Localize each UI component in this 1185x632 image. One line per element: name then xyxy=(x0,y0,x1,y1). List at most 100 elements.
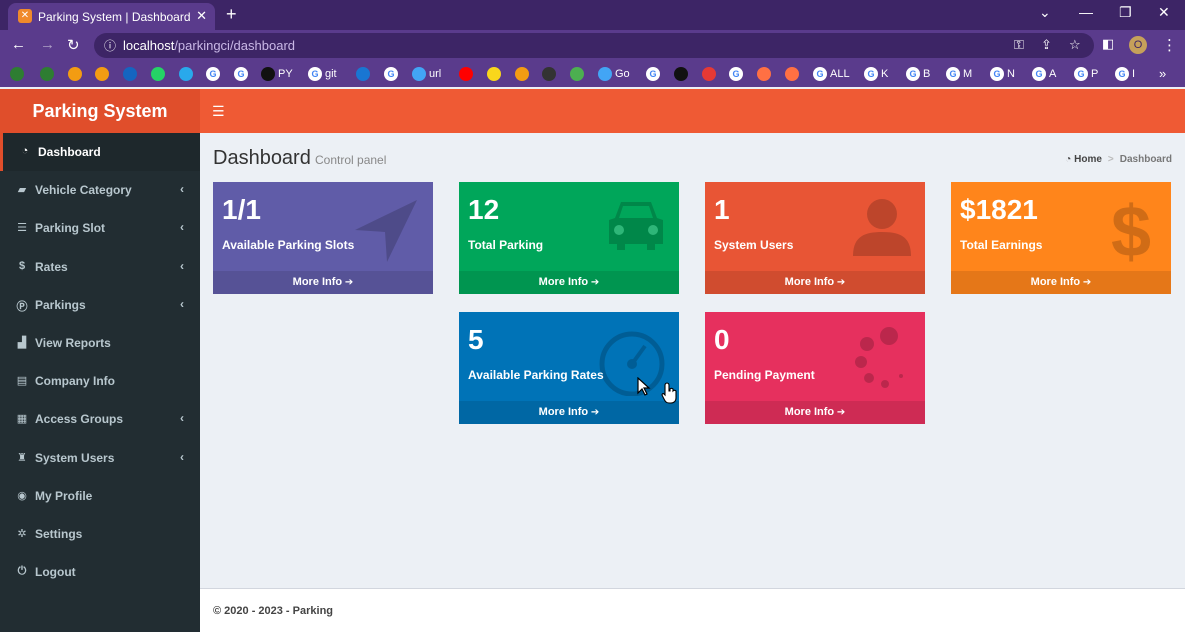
more-info-link[interactable]: More Info ➔ xyxy=(951,271,1171,294)
sidebar-item-system-users[interactable]: ♜ System Users ‹ xyxy=(0,439,200,477)
bookmark-item[interactable]: GB xyxy=(906,66,930,82)
sidebar-item-access-groups[interactable]: ▦ Access Groups ‹ xyxy=(0,400,200,438)
stat-value: 1/1 xyxy=(222,194,261,225)
bookmark-item[interactable]: GP xyxy=(1074,66,1098,82)
sidebar-item-my-profile[interactable]: ◉ My Profile xyxy=(0,477,200,515)
bookmark-item[interactable] xyxy=(151,66,165,82)
bookmark-item[interactable] xyxy=(757,66,771,82)
sidebar-item-view-reports[interactable]: ▟ View Reports xyxy=(0,324,200,362)
app-logo[interactable]: Parking System xyxy=(0,89,200,133)
sidebar-item-dashboard[interactable]: ◔ Dashboard xyxy=(0,133,200,171)
gears-icon: ✲ xyxy=(17,528,27,540)
bookmarks-bar: » G G PY Ggit Gurl Go G G G ALL G K G B G M G N G A G P G I xyxy=(0,60,1185,87)
site-info-icon[interactable]: ⓘ xyxy=(104,37,116,54)
bookmark-item[interactable] xyxy=(40,66,54,82)
bar-chart-icon: ▟ xyxy=(17,337,27,349)
bookmark-label: I xyxy=(1132,68,1136,80)
bookmark-item[interactable] xyxy=(674,66,688,82)
bookmark-item[interactable] xyxy=(10,66,24,82)
bookmark-item[interactable] xyxy=(570,66,584,82)
browser-tab[interactable]: ✕ Parking System | Dashboard ✕ xyxy=(8,3,215,30)
forward-button[interactable]: → xyxy=(40,36,55,53)
users-icon: ♜ xyxy=(17,451,27,464)
sidebar-item-parkings[interactable]: Ⓟ Parkings ‹ xyxy=(0,286,200,324)
sidebar-item-logout[interactable]: ⏻ Logout xyxy=(0,553,200,591)
bookmark-item[interactable]: G xyxy=(234,66,248,82)
sidebar-item-company-info[interactable]: ▤ Company Info xyxy=(0,362,200,400)
ya-icon xyxy=(702,67,716,81)
bookmark-item[interactable] xyxy=(179,66,193,82)
bookmark-item[interactable]: Ggit xyxy=(308,66,337,82)
sidebar-toggle-icon[interactable]: ☰ xyxy=(212,103,225,120)
sidebar-item-vehicle-category[interactable]: ▰ Vehicle Category ‹ xyxy=(0,171,200,209)
chevron-left-icon: ‹ xyxy=(180,411,184,426)
stat-box-system-users: 1 System Users More Info ➔ xyxy=(705,182,925,294)
tab-close-icon[interactable]: ✕ xyxy=(196,8,207,24)
more-info-link[interactable]: More Info ➔ xyxy=(459,401,679,424)
back-button[interactable]: ← xyxy=(11,36,26,53)
minimize-button[interactable]: — xyxy=(1079,4,1093,20)
dashboard-icon: ◔ xyxy=(21,145,29,157)
bookmark-item[interactable]: GA xyxy=(1032,66,1056,82)
restore-button[interactable]: ❐ xyxy=(1119,4,1132,21)
bookmark-item[interactable] xyxy=(785,66,799,82)
google-icon: G xyxy=(206,67,220,81)
stat-label: System Users xyxy=(714,238,794,252)
bookmark-item[interactable]: G xyxy=(729,66,743,82)
car-icon: ▰ xyxy=(17,184,27,197)
page-title: Dashboard xyxy=(213,147,311,169)
sidebar-item-settings[interactable]: ✲ Settings xyxy=(0,515,200,553)
more-info-link[interactable]: More Info ➔ xyxy=(705,401,925,424)
side-panel-icon[interactable]: ◧ xyxy=(1102,36,1114,52)
bookmark-item[interactable]: GI xyxy=(1115,66,1135,82)
google-icon: G xyxy=(906,67,920,81)
bookmark-item[interactable]: G xyxy=(646,66,660,82)
breadcrumb-home-link[interactable]: ◔ Home xyxy=(1065,154,1102,165)
bookmark-item[interactable]: GK xyxy=(864,66,888,82)
bookmark-item[interactable]: G ALL xyxy=(813,66,850,82)
key-icon[interactable]: ⚿ xyxy=(1014,37,1024,53)
bookmark-item[interactable] xyxy=(95,66,109,82)
bookmark-item[interactable]: G xyxy=(384,66,398,82)
more-info-link[interactable]: More Info ➔ xyxy=(459,271,679,294)
browser-menu-icon[interactable]: ⋮ xyxy=(1162,36,1177,54)
bookmark-item[interactable] xyxy=(356,66,370,82)
bookmark-item[interactable] xyxy=(459,66,473,82)
bookmark-item[interactable]: Go xyxy=(598,66,630,82)
more-info-link[interactable]: More Info ➔ xyxy=(705,271,925,294)
bookmark-item[interactable] xyxy=(702,66,716,82)
profile-avatar[interactable]: O xyxy=(1129,36,1147,54)
google-icon: G xyxy=(308,67,322,81)
url-input[interactable]: ⓘ localhost/parkingci/dashboard ⚿ ⇪ ☆ xyxy=(94,33,1094,58)
bookmark-item[interactable]: G xyxy=(206,66,220,82)
google-icon: G xyxy=(1032,67,1046,81)
bookmark-item[interactable]: GM xyxy=(946,66,972,82)
sidebar-item-parking-slot[interactable]: ☰ Parking Slot ‹ xyxy=(0,209,200,247)
sidebar-item-rates[interactable]: $ Rates ‹ xyxy=(0,248,200,286)
power-icon: ⏻ xyxy=(17,565,27,578)
store-icon: G xyxy=(384,67,398,81)
dashboard-gauge-icon xyxy=(597,326,667,401)
bookmark-item[interactable] xyxy=(515,66,529,82)
arrow-circle-right-icon: ➔ xyxy=(342,277,354,288)
close-window-button[interactable]: ✕ xyxy=(1158,4,1170,21)
bookmark-item[interactable]: GN xyxy=(990,66,1015,82)
share-icon[interactable]: ⇪ xyxy=(1041,37,1052,53)
more-bookmarks-icon[interactable]: » xyxy=(1159,65,1166,81)
bookmark-item[interactable] xyxy=(68,66,82,82)
bookmark-item[interactable] xyxy=(123,66,137,82)
sidebar-item-label: System Users xyxy=(35,450,115,465)
bookmark-item[interactable]: PY xyxy=(261,66,293,82)
bookmark-item[interactable]: url xyxy=(412,66,441,82)
car-icon xyxy=(605,196,667,257)
new-tab-button[interactable]: + xyxy=(226,4,237,25)
arrow-circle-right-icon: ➔ xyxy=(834,407,846,418)
browser-tab-strip: ✕ Parking System | Dashboard ✕ + ⌄ — ❐ ✕ xyxy=(0,0,1185,30)
bookmark-star-icon[interactable]: ☆ xyxy=(1069,37,1081,53)
tab-search-chevron-icon[interactable]: ⌄ xyxy=(1039,4,1051,21)
reload-button[interactable]: ↻ xyxy=(67,36,80,54)
more-info-link[interactable]: More Info ➔ xyxy=(213,271,433,294)
bookmark-item[interactable] xyxy=(487,66,501,82)
bookmark-item[interactable] xyxy=(542,66,556,82)
xampp-favicon-icon: ✕ xyxy=(18,9,32,23)
